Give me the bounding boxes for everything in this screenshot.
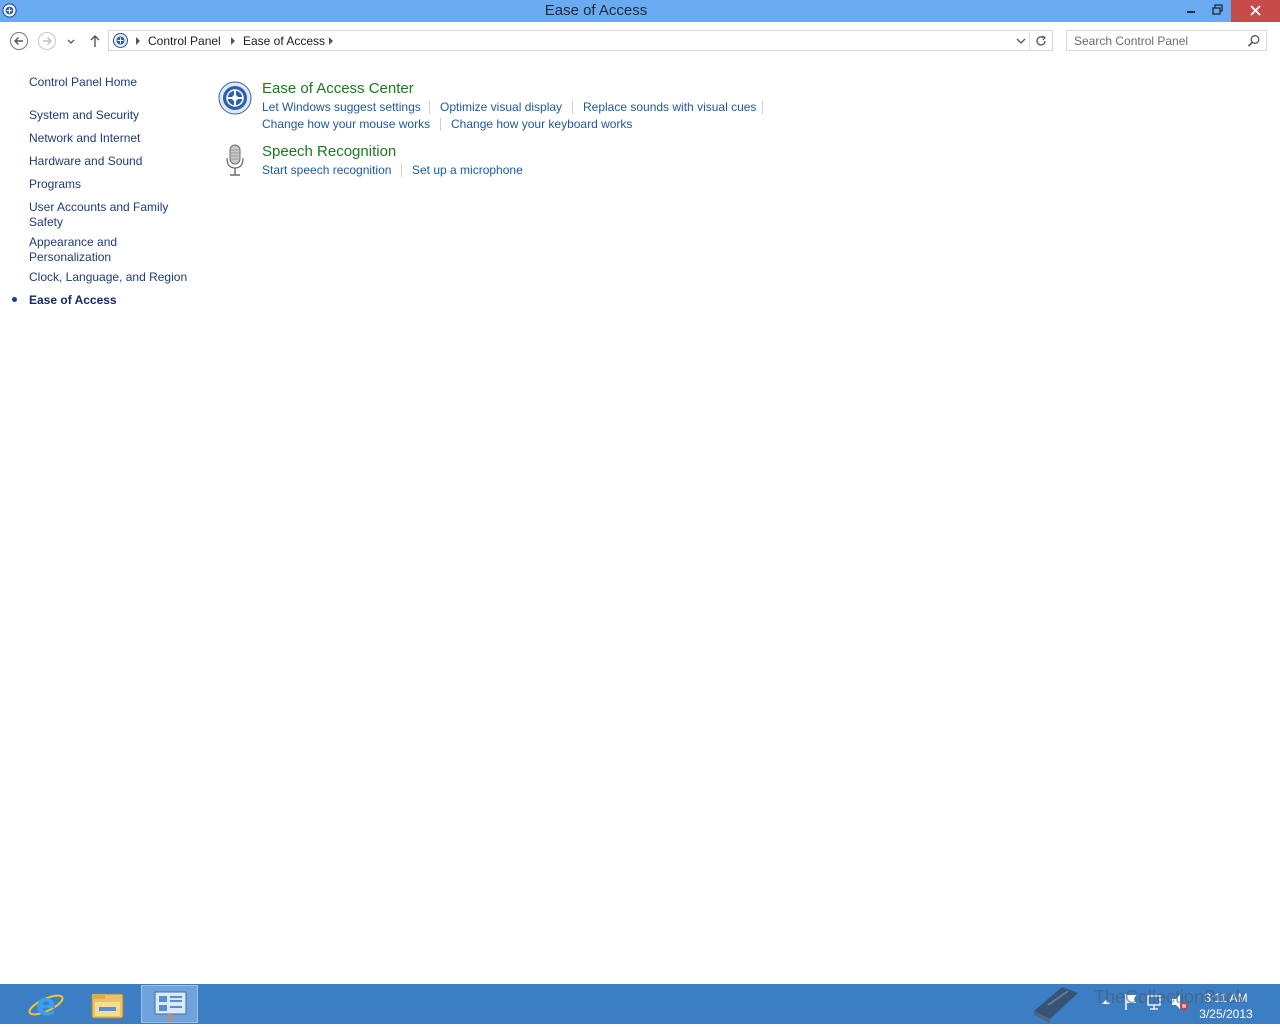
minimize-icon <box>1187 11 1195 13</box>
start-speech-recognition-link[interactable]: Start speech recognition <box>262 163 391 178</box>
control-panel-home-link[interactable]: Control Panel Home <box>29 75 137 90</box>
sidebar-item-user-accounts-line2[interactable]: Safety <box>29 215 63 230</box>
sidebar-item-system-and-security[interactable]: System and Security <box>29 108 139 123</box>
recent-pages-button[interactable] <box>64 31 78 51</box>
refresh-icon[interactable] <box>1034 34 1048 48</box>
chevron-down-icon <box>67 39 75 44</box>
link-separator <box>429 101 430 114</box>
watermark-text: TheCollectionBook <box>1094 987 1246 1007</box>
sidebar-item-hardware-and-sound[interactable]: Hardware and Sound <box>29 154 142 169</box>
sidebar-item-user-accounts[interactable]: User Accounts and Family <box>29 200 168 215</box>
address-dropdown-icon[interactable] <box>1015 35 1027 47</box>
change-mouse-link[interactable]: Change how your mouse works <box>262 117 430 132</box>
link-separator <box>762 101 763 114</box>
back-arrow-icon <box>10 32 28 50</box>
svg-text:e: e <box>36 988 56 1023</box>
taskbar-control-panel[interactable] <box>141 985 198 1023</box>
sidebar-item-appearance-line2[interactable]: Personalization <box>29 250 111 265</box>
up-arrow-icon <box>90 35 100 47</box>
internet-explorer-icon: e <box>28 988 64 1023</box>
optimize-visual-display-link[interactable]: Optimize visual display <box>440 100 562 115</box>
restore-icon <box>1212 4 1223 15</box>
taskbar-internet-explorer[interactable]: e <box>18 985 75 1023</box>
forward-button[interactable] <box>37 31 57 51</box>
navigation-bar: Control Panel Ease of Access <box>0 28 1280 54</box>
breadcrumb-ease-of-access[interactable]: Ease of Access <box>243 31 325 51</box>
let-windows-suggest-settings-link[interactable]: Let Windows suggest settings <box>262 100 421 115</box>
folder-icon <box>91 993 124 1019</box>
breadcrumb-separator-icon[interactable] <box>231 37 235 45</box>
search-input[interactable] <box>1067 31 1249 50</box>
breadcrumb-separator-icon[interactable] <box>329 37 333 45</box>
link-separator <box>572 101 573 114</box>
restore-button[interactable] <box>1204 0 1231 22</box>
breadcrumb-separator-icon[interactable] <box>136 37 140 45</box>
set-up-microphone-link[interactable]: Set up a microphone <box>412 163 523 178</box>
control-panel-icon <box>113 33 128 48</box>
taskbar-file-explorer[interactable] <box>79 985 136 1023</box>
forward-arrow-icon <box>38 32 56 50</box>
ease-of-access-center-link[interactable]: Ease of Access Center <box>262 80 414 98</box>
search-box[interactable] <box>1066 30 1267 51</box>
speech-recognition-link[interactable]: Speech Recognition <box>262 143 396 161</box>
sidebar-item-clock-language-region[interactable]: Clock, Language, and Region <box>29 270 187 285</box>
watermark: TheCollectionBook <box>1028 975 1268 1025</box>
sidebar-item-appearance[interactable]: Appearance and <box>29 235 117 250</box>
address-bar[interactable]: Control Panel Ease of Access <box>108 30 1053 51</box>
search-icon[interactable] <box>1247 34 1261 48</box>
ease-of-access-icon[interactable] <box>218 81 252 115</box>
up-button[interactable] <box>85 31 105 51</box>
window-title: Ease of Access <box>544 2 648 19</box>
sidebar-item-programs[interactable]: Programs <box>29 177 81 192</box>
microphone-icon[interactable] <box>224 144 246 178</box>
sidebar-item-network-and-internet[interactable]: Network and Internet <box>29 131 140 146</box>
minimize-button[interactable] <box>1178 0 1204 22</box>
change-keyboard-link[interactable]: Change how your keyboard works <box>451 117 632 132</box>
current-item-bullet <box>12 297 17 302</box>
book-logo-icon <box>1034 987 1078 1023</box>
sidebar-item-ease-of-access[interactable]: Ease of Access <box>29 293 117 308</box>
replace-sounds-link[interactable]: Replace sounds with visual cues <box>583 100 756 115</box>
title-bar[interactable]: Ease of Access <box>0 0 1280 22</box>
link-separator <box>401 164 402 177</box>
link-separator <box>440 118 441 131</box>
close-button[interactable] <box>1231 0 1280 22</box>
address-divider <box>1029 31 1030 50</box>
close-icon <box>1250 5 1261 16</box>
breadcrumb-control-panel[interactable]: Control Panel <box>148 31 221 51</box>
control-panel-icon <box>154 991 187 1022</box>
back-button[interactable] <box>9 31 29 51</box>
